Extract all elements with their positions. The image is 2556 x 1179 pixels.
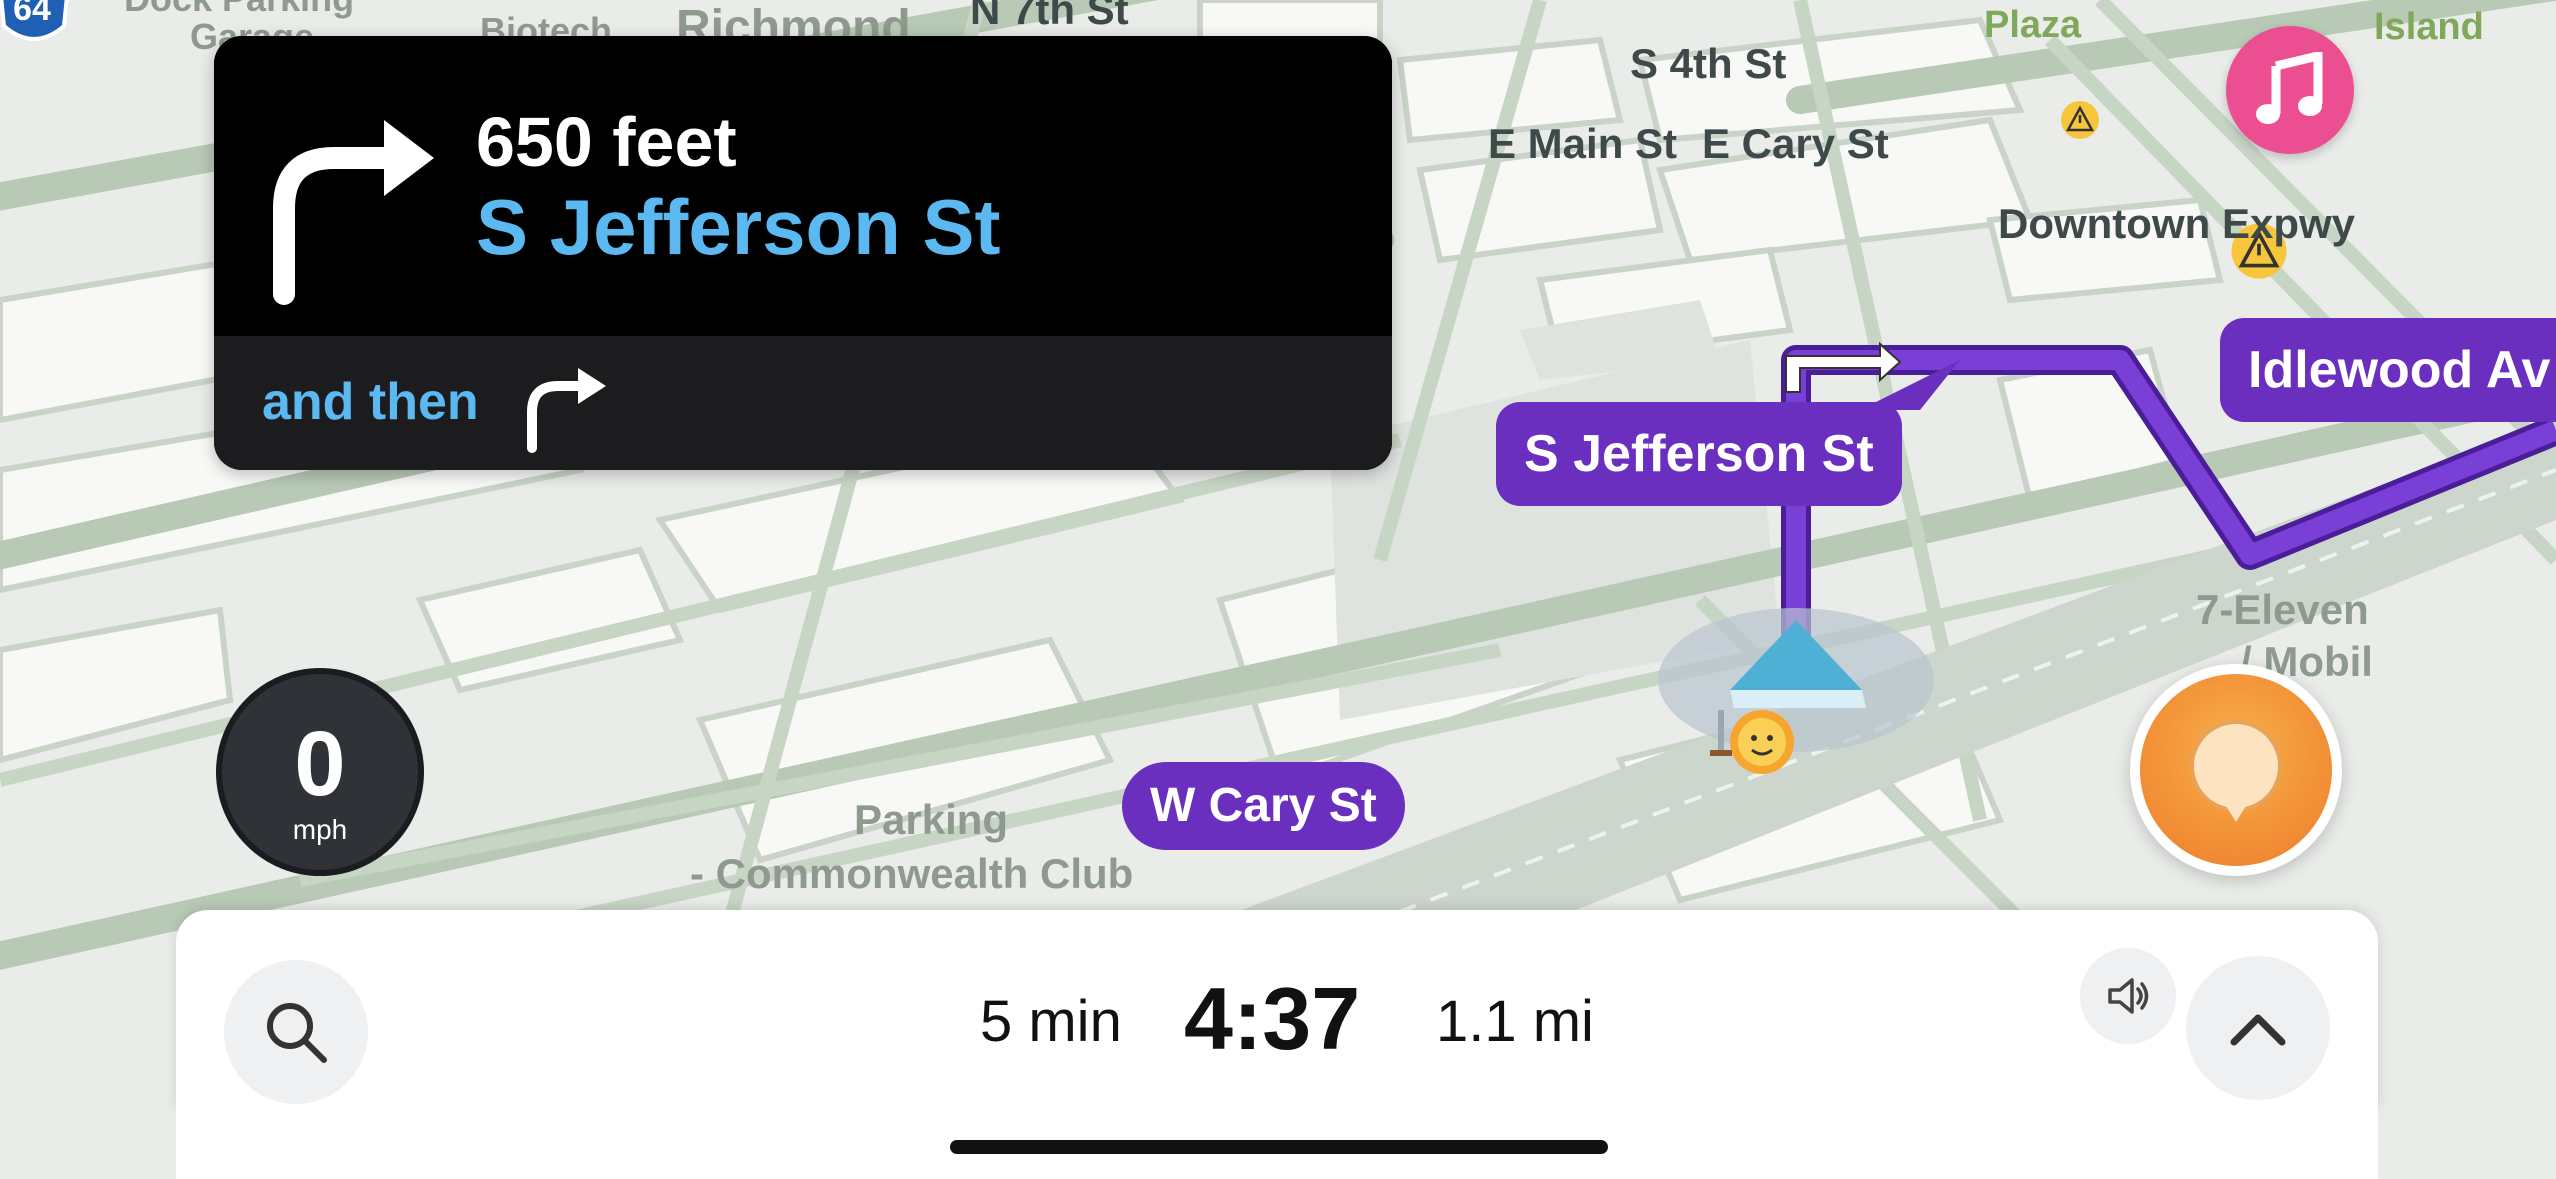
- interstate-number: 64: [13, 0, 51, 28]
- avatar-icon: [1710, 710, 1794, 774]
- report-button[interactable]: [2130, 664, 2342, 876]
- street-label-w-cary: W Cary St: [1122, 762, 1405, 850]
- expand-button[interactable]: [2186, 956, 2330, 1100]
- map-label-seven-eleven: 7-Eleven: [2196, 586, 2369, 633]
- turn-distance: 650 feet: [476, 103, 737, 181]
- turn-right-icon: [273, 120, 434, 305]
- turn-instruction-main[interactable]: 650 feet S Jefferson St: [214, 36, 1392, 336]
- warning-icon[interactable]: [2060, 100, 2100, 140]
- eta-arrival-time[interactable]: 4:37: [1184, 968, 1360, 1070]
- speedometer: 0 mph: [216, 668, 424, 876]
- map-label-e-main-st: E Main St: [1488, 120, 1678, 167]
- home-indicator[interactable]: [950, 1140, 1608, 1154]
- speed-unit: mph: [292, 814, 348, 845]
- street-label-idlewood: Idlewood Av: [2220, 318, 2556, 422]
- report-button-fill: [2140, 674, 2332, 866]
- interstate-shield-icon: 64: [0, 0, 69, 41]
- chevron-up-icon: [2230, 1014, 2286, 1046]
- map-label-commonwealth-club: - Commonwealth Club: [690, 850, 1134, 897]
- report-pin-icon: [2190, 720, 2282, 822]
- eta-duration[interactable]: 5 min: [980, 988, 1122, 1055]
- music-note-icon: [2256, 52, 2323, 124]
- search-button[interactable]: [224, 960, 368, 1104]
- turn-street-name: S Jefferson St: [476, 183, 1001, 271]
- then-instruction-row[interactable]: and then: [214, 336, 1392, 470]
- eta-distance[interactable]: 1.1 mi: [1436, 988, 1594, 1055]
- sound-button[interactable]: [2080, 948, 2176, 1044]
- map-label-s-4th-st: S 4th St: [1630, 40, 1787, 87]
- map-label-parking: Parking: [854, 796, 1009, 843]
- street-label-jefferson: S Jefferson St: [1496, 402, 1902, 506]
- map-label-plaza: Plaza: [1984, 4, 2082, 46]
- next-turn-right-icon: [527, 368, 606, 453]
- bottom-bar: 5 min 4:37 1.1 mi: [176, 910, 2378, 1110]
- speaker-icon: [2108, 978, 2149, 1014]
- turn-instruction-card[interactable]: 650 feet S Jefferson St and then: [214, 36, 1392, 470]
- then-label: and then: [262, 373, 479, 431]
- map-label-downtown-expwy: Downtown Expwy: [1998, 200, 2355, 247]
- map-label-n-7th-st: N 7th St: [970, 0, 1129, 33]
- map-label-island: Island: [2374, 6, 2484, 48]
- street-label-pointer: [1860, 360, 1960, 410]
- map-label-e-cary-st: E Cary St: [1702, 120, 1889, 167]
- speed-value: 0: [294, 713, 346, 815]
- search-icon: [267, 1003, 327, 1063]
- music-button[interactable]: [2226, 26, 2354, 154]
